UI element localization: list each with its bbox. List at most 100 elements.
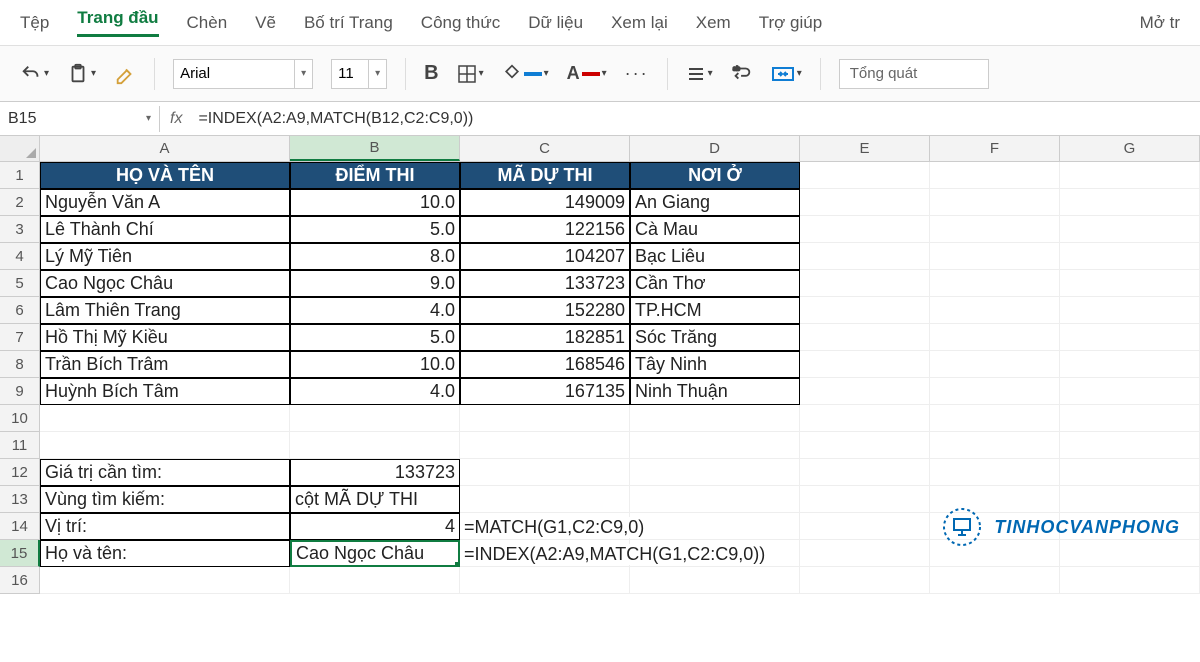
cell-F1[interactable] [930,162,1060,189]
cell-A16[interactable] [40,567,290,594]
row-header[interactable]: 10 [0,405,40,432]
cell-F11[interactable] [930,432,1060,459]
cell-G12[interactable] [1060,459,1200,486]
cell-E15[interactable] [800,540,930,567]
cell-A11[interactable] [40,432,290,459]
col-header-D[interactable]: D [630,136,800,161]
bold-button[interactable]: B [424,62,438,85]
cell-A8[interactable]: Trần Bích Trâm [40,351,290,378]
cell-F4[interactable] [930,243,1060,270]
cell-B15[interactable]: Cao Ngọc Châu [290,540,460,567]
cell-B7[interactable]: 5.0 [290,324,460,351]
cell-A3[interactable]: Lê Thành Chí [40,216,290,243]
fill-color-button[interactable]: ▾ [502,64,549,84]
menu-data[interactable]: Dữ liệu [528,13,583,33]
cell-A5[interactable]: Cao Ngọc Châu [40,270,290,297]
cell-C3[interactable]: 122156 [460,216,630,243]
cell-B5[interactable]: 9.0 [290,270,460,297]
fx-icon[interactable]: fx [160,110,192,128]
cell-C5[interactable]: 133723 [460,270,630,297]
menu-file[interactable]: Tệp [20,13,49,33]
cell-A2[interactable]: Nguyễn Văn A [40,189,290,216]
row-header[interactable]: 3 [0,216,40,243]
font-family-select[interactable]: ▾ [173,59,313,89]
cell-D9[interactable]: Ninh Thuận [630,378,800,405]
cell-B10[interactable] [290,405,460,432]
menu-insert[interactable]: Chèn [187,13,228,33]
menu-layout[interactable]: Bố trí Trang [304,13,393,33]
cell-A4[interactable]: Lý Mỹ Tiên [40,243,290,270]
cell-B11[interactable] [290,432,460,459]
cell-D12[interactable] [630,459,800,486]
cell-B9[interactable]: 4.0 [290,378,460,405]
select-all-corner[interactable] [0,136,40,161]
cell-C13[interactable] [460,486,630,513]
undo-button[interactable]: ▾ [20,63,49,85]
row-header[interactable]: 1 [0,162,40,189]
col-header-G[interactable]: G [1060,136,1200,161]
cell-C6[interactable]: 152280 [460,297,630,324]
cell-E11[interactable] [800,432,930,459]
menu-draw[interactable]: Vẽ [255,13,276,33]
cell-C2[interactable]: 149009 [460,189,630,216]
cell-G3[interactable] [1060,216,1200,243]
cell-C16[interactable] [460,567,630,594]
cell-A13[interactable]: Vùng tìm kiếm: [40,486,290,513]
row-header[interactable]: 12 [0,459,40,486]
cell-E9[interactable] [800,378,930,405]
menu-open[interactable]: Mở tr [1140,13,1180,33]
cell-G10[interactable] [1060,405,1200,432]
cell-F16[interactable] [930,567,1060,594]
row-header[interactable]: 8 [0,351,40,378]
cell-F10[interactable] [930,405,1060,432]
cell-E2[interactable] [800,189,930,216]
more-options-button[interactable]: ··· [625,63,649,84]
cell-E5[interactable] [800,270,930,297]
cell-C1[interactable]: MÃ DỰ THI [460,162,630,189]
cell-G1[interactable] [1060,162,1200,189]
chevron-down-icon[interactable]: ▾ [294,60,312,88]
name-box[interactable]: B15▾ [0,106,160,132]
cell-G9[interactable] [1060,378,1200,405]
cell-C4[interactable]: 104207 [460,243,630,270]
cell-F3[interactable] [930,216,1060,243]
cell-B6[interactable]: 4.0 [290,297,460,324]
cell-B8[interactable]: 10.0 [290,351,460,378]
format-painter-button[interactable] [114,63,136,85]
cell-C8[interactable]: 168546 [460,351,630,378]
row-header[interactable]: 11 [0,432,40,459]
row-header[interactable]: 6 [0,297,40,324]
cell-D7[interactable]: Sóc Trăng [630,324,800,351]
cell-F6[interactable] [930,297,1060,324]
cell-E12[interactable] [800,459,930,486]
cell-D11[interactable] [630,432,800,459]
cell-G16[interactable] [1060,567,1200,594]
font-color-button[interactable]: A▾ [567,63,607,84]
wrap-text-button[interactable]: ab [731,63,753,85]
cell-D6[interactable]: TP.HCM [630,297,800,324]
cell-F2[interactable] [930,189,1060,216]
cell-B4[interactable]: 8.0 [290,243,460,270]
cell-B12[interactable]: 133723 [290,459,460,486]
cell-E13[interactable] [800,486,930,513]
cell-D10[interactable] [630,405,800,432]
cell-A1[interactable]: HỌ VÀ TÊN [40,162,290,189]
cell-C10[interactable] [460,405,630,432]
cell-A6[interactable]: Lâm Thiên Trang [40,297,290,324]
font-family-input[interactable] [174,65,294,82]
row-header[interactable]: 4 [0,243,40,270]
row-header[interactable]: 9 [0,378,40,405]
menu-review[interactable]: Xem lại [611,13,668,33]
borders-button[interactable]: ▾ [457,64,484,84]
cell-A14[interactable]: Vị trí: [40,513,290,540]
cell-B14[interactable]: 4 [290,513,460,540]
row-header[interactable]: 16 [0,567,40,594]
cell-A15[interactable]: Họ và tên: [40,540,290,567]
cell-B1[interactable]: ĐIỂM THI [290,162,460,189]
cell-D8[interactable]: Tây Ninh [630,351,800,378]
cell-E16[interactable] [800,567,930,594]
align-button[interactable]: ▾ [686,64,713,84]
cell-A7[interactable]: Hồ Thị Mỹ Kiều [40,324,290,351]
cell-E8[interactable] [800,351,930,378]
col-header-E[interactable]: E [800,136,930,161]
